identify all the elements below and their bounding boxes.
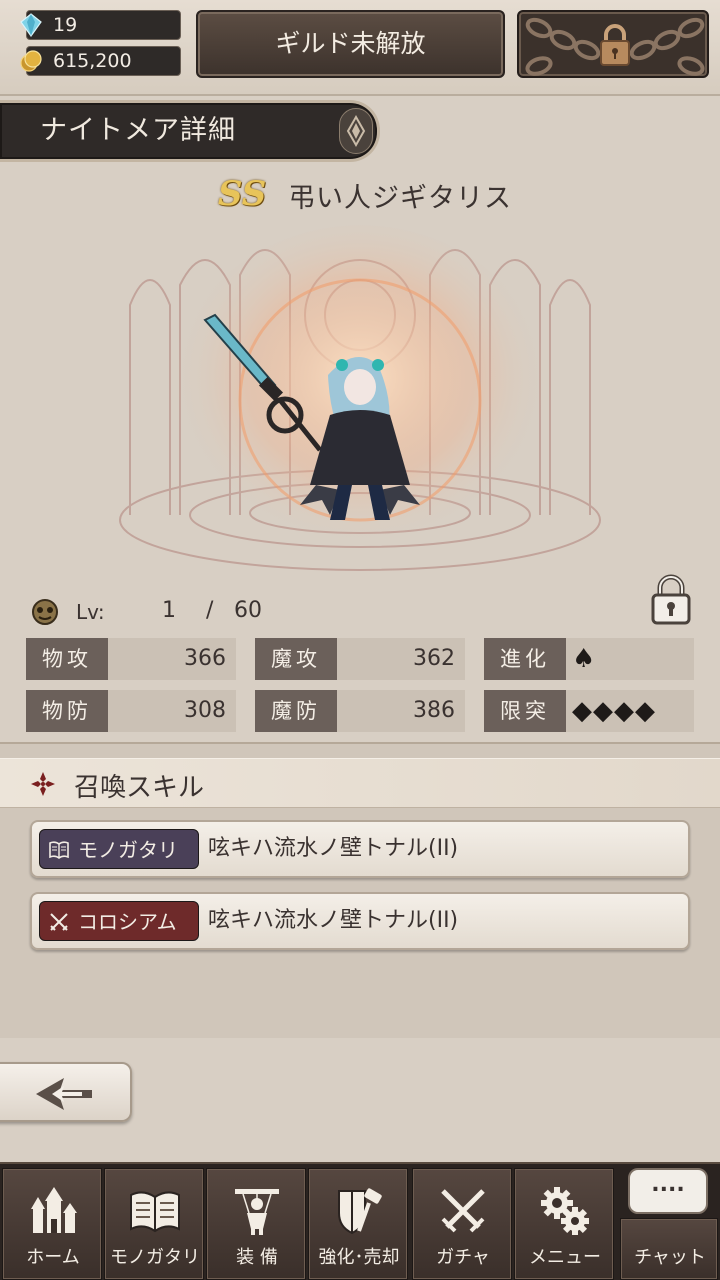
- nav-equip-label: 装 備: [236, 1247, 278, 1268]
- nav-home-label: ホーム: [26, 1247, 80, 1268]
- page-title: ナイトメア詳細: [40, 115, 236, 146]
- gold-count: 615,200: [53, 50, 132, 72]
- stat-value: 366: [184, 646, 226, 671]
- top-bar: 19 615,200 ギルド未解放: [0, 0, 720, 96]
- stat-value: 386: [413, 698, 455, 723]
- nightmare-artwork: [60, 215, 660, 595]
- lock-toggle-button[interactable]: [648, 572, 694, 628]
- gold-coin-icon: [20, 50, 42, 72]
- stat-phys-defense: 物防 308: [26, 690, 236, 732]
- colosseum-skill-name: 呟キハ流水ノ壁トナル(II): [208, 908, 459, 933]
- gears-icon: [541, 1187, 589, 1235]
- gem-count: 19: [53, 14, 78, 36]
- castle-icon: [31, 1187, 77, 1233]
- story-skill-row[interactable]: モノガタリ 呟キハ流水ノ壁トナル(II): [30, 820, 690, 878]
- nav-story[interactable]: モノガタリ: [104, 1168, 204, 1280]
- back-area: [0, 1040, 720, 1162]
- stat-label: 物攻: [26, 638, 108, 680]
- padlock-icon: [651, 574, 691, 625]
- page-title-banner: ナイトメア詳細: [0, 100, 380, 162]
- ornament-cross-icon: [31, 772, 55, 796]
- nav-chat-label: チャット: [634, 1247, 706, 1268]
- puppet-icon: [235, 1189, 279, 1235]
- stat-limit-break: 限突 ◆◆◆◆: [484, 690, 694, 732]
- stat-value: 308: [184, 698, 226, 723]
- level-label: Lv:: [76, 600, 105, 624]
- gem-counter: 19: [20, 10, 181, 40]
- colosseum-tag-label: コロシアム: [78, 910, 177, 934]
- stat-evolution: 進化 ♠: [484, 638, 694, 680]
- nav-home[interactable]: ホーム: [2, 1168, 102, 1280]
- stat-mag-defense: 魔防 386: [255, 690, 465, 732]
- story-tag: モノガタリ: [39, 829, 199, 869]
- back-arrow-icon: [36, 1078, 92, 1110]
- crossed-swords-icon: [441, 1189, 485, 1233]
- level-separator: /: [206, 598, 214, 623]
- nav-story-label: モノガタリ: [110, 1247, 200, 1268]
- stat-mag-attack: 魔攻 362: [255, 638, 465, 680]
- level-current: 1: [162, 598, 176, 623]
- evolution-spade-icon: ♠: [572, 644, 597, 674]
- stat-value: 362: [413, 646, 455, 671]
- nav-enhance[interactable]: 強化･売却: [308, 1168, 408, 1280]
- banner-ornament-icon: [339, 108, 373, 154]
- stat-label: 魔攻: [255, 638, 337, 680]
- nightmare-face-icon: [32, 599, 58, 625]
- nav-gacha[interactable]: ガチャ: [412, 1168, 512, 1280]
- nav-menu[interactable]: メニュー: [514, 1168, 614, 1280]
- stat-label: 限突: [484, 690, 566, 732]
- nightmare-name: 弔い人ジギタリス: [288, 183, 512, 214]
- level-max: 60: [234, 598, 262, 623]
- summon-skill-panel: 召喚スキル モノガタリ 呟キハ流水ノ壁トナル(II) コロシアム 呟キハ流水ノ壁…: [0, 742, 720, 1038]
- rank-badge: SS: [218, 174, 267, 214]
- bottom-navigation: ホーム モノガタリ 装 備 強化･売却 ガチャ メニュー チャット: [0, 1162, 720, 1280]
- crossed-swords-icon: [50, 913, 68, 931]
- story-tag-label: モノガタリ: [78, 838, 178, 862]
- summon-skill-title: 召喚スキル: [74, 773, 205, 803]
- nav-equip[interactable]: 装 備: [206, 1168, 306, 1280]
- stat-phys-attack: 物攻 366: [26, 638, 236, 680]
- nav-gacha-label: ガチャ: [436, 1247, 490, 1268]
- chat-bubble-icon[interactable]: ....: [628, 1168, 708, 1214]
- level-row: Lv: 1 / 60: [30, 596, 330, 630]
- nav-chat[interactable]: チャット: [620, 1218, 718, 1280]
- story-skill-name: 呟キハ流水ノ壁トナル(II): [208, 836, 459, 861]
- locked-feature-button[interactable]: [517, 10, 709, 78]
- stat-label: 物防: [26, 690, 108, 732]
- open-book-icon: [130, 1191, 180, 1233]
- padlock-chain-icon: [525, 17, 705, 76]
- gem-icon: [20, 13, 42, 37]
- book-icon: [49, 841, 69, 859]
- stat-label: 魔防: [255, 690, 337, 732]
- summon-skill-header: 召喚スキル: [0, 758, 720, 808]
- stat-label: 進化: [484, 638, 566, 680]
- shield-hammer-icon: [338, 1188, 382, 1235]
- gold-counter: 615,200: [20, 46, 181, 76]
- nav-enhance-label: 強化･売却: [318, 1247, 400, 1268]
- back-button[interactable]: [0, 1062, 132, 1122]
- limit-break-diamonds-icon: ◆◆◆◆: [572, 696, 656, 726]
- colosseum-skill-row[interactable]: コロシアム 呟キハ流水ノ壁トナル(II): [30, 892, 690, 950]
- nav-menu-label: メニュー: [529, 1247, 601, 1268]
- guild-button[interactable]: ギルド未解放: [196, 10, 505, 78]
- colosseum-tag: コロシアム: [39, 901, 199, 941]
